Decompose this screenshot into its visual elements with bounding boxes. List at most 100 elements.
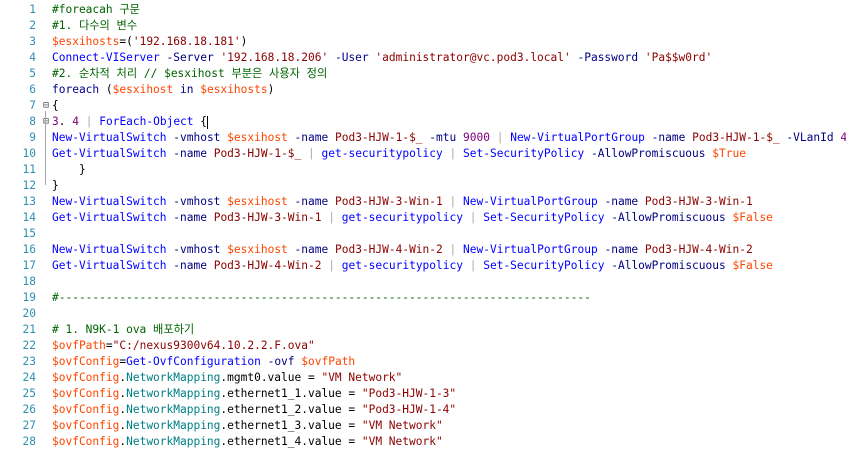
code-token: . <box>58 115 73 128</box>
line-number: 22 <box>22 339 36 352</box>
code-token: NetworkMapping <box>126 435 221 448</box>
code-token: 'Pa$$w0rd' <box>644 51 713 64</box>
code-token: $ovfConfig <box>52 355 120 368</box>
code-token: =( <box>119 35 133 48</box>
code-line[interactable]: 28 $ovfConfig.NetworkMapping.ethernet1_4.… <box>0 434 846 450</box>
code-token: $ovfConfig <box>52 403 120 416</box>
text-cursor <box>207 115 209 129</box>
code-line[interactable]: 14 Get-VirtualSwitch -name Pod3-HJW-3-Win… <box>0 210 846 226</box>
code-token: -VLanId <box>786 131 834 144</box>
code-line[interactable]: 25 $ovfConfig.NetworkMapping.ethernet1_1.… <box>0 386 846 402</box>
code-token: } <box>52 163 86 176</box>
code-token: | <box>308 147 315 160</box>
code-line[interactable]: 17 Get-VirtualSwitch -name Pod3-HJW-4-Win… <box>0 258 846 274</box>
code-token: "C:/nexus9300v64.10.2.2.F.ova" <box>112 339 315 352</box>
code-token: New-VirtualSwitch <box>52 195 167 208</box>
code-line[interactable]: 26 $ovfConfig.NetworkMapping.ethernet1_2.… <box>0 402 846 418</box>
code-token: -name <box>173 211 207 224</box>
code-line[interactable]: 18 <box>0 274 846 290</box>
code-token: "Pod3-HJW-1-3" <box>361 387 457 400</box>
code-token: 3 <box>52 115 59 128</box>
code-token: in <box>180 83 194 96</box>
code-token: $ovfConfig <box>52 435 120 448</box>
code-token: Pod3-HJW-1-$_ <box>213 147 302 160</box>
fold-toggle-icon[interactable]: ⊟ <box>41 98 51 114</box>
line-number: 16 <box>22 243 36 256</box>
code-token: -name <box>294 243 329 256</box>
code-token: -AllowPromiscuous <box>611 211 726 224</box>
code-token: -AllowPromiscuous <box>611 259 726 272</box>
code-line[interactable]: 20 <box>0 306 846 322</box>
fold-toggle-icon[interactable]: ⊟ <box>41 114 51 130</box>
code-line[interactable]: 8 ⊟ 3. 4 | ForEach-Object { <box>0 114 846 130</box>
line-number: 9 <box>29 131 36 144</box>
code-token: { <box>193 115 208 128</box>
line-number: 24 <box>22 371 36 384</box>
code-line[interactable]: 23 $ovfConfig=Get-OvfConfiguration -ovf $… <box>0 354 846 370</box>
code-token: } <box>52 179 59 192</box>
code-token: New-VirtualSwitch <box>52 243 167 256</box>
code-line[interactable]: 19 #-------------------------------------… <box>0 290 846 306</box>
code-token: $True <box>712 147 746 160</box>
code-text: $ovfConfig.NetworkMapping.ethernet1_3.va… <box>52 418 443 434</box>
code-line[interactable]: 27 $ovfConfig.NetworkMapping.ethernet1_3.… <box>0 418 846 434</box>
code-token: Get-VirtualSwitch <box>52 147 167 160</box>
code-line[interactable]: 21 # 1. N9K-1 ova 배포하기 <box>0 322 846 338</box>
line-number: 17 <box>22 259 36 272</box>
code-line[interactable]: 10 Get-VirtualSwitch -name Pod3-HJW-1-$_ … <box>0 146 846 162</box>
code-token: New-VirtualPortGroup <box>463 243 598 256</box>
code-text: New-VirtualSwitch -vmhost $esxihost -nam… <box>52 194 753 210</box>
code-line[interactable]: 4 Connect-VIServer -Server '192.168.18.20… <box>0 50 846 66</box>
code-token: ForEach-Object <box>99 115 194 128</box>
code-token: "VM Network" <box>361 435 443 448</box>
code-token: #foreacah 구문 <box>52 3 140 16</box>
line-number: 18 <box>22 275 36 288</box>
code-text: #2. 순차적 처리 // $esxihost 부분은 사용자 정의 <box>52 66 327 82</box>
code-token: NetworkMapping <box>126 403 221 416</box>
code-token: $ovfConfig <box>52 371 120 384</box>
code-line[interactable]: 9 New-VirtualSwitch -vmhost $esxihost -na… <box>0 130 846 146</box>
code-line[interactable]: 16 New-VirtualSwitch -vmhost $esxihost -n… <box>0 242 846 258</box>
code-token: Pod3-HJW-1-$_ <box>334 131 423 144</box>
code-token: '192.168.18.206' <box>220 51 329 64</box>
line-number: 20 <box>22 307 36 320</box>
code-line[interactable]: 2 #1. 다수의 변수 <box>0 18 846 34</box>
code-text: Get-VirtualSwitch -name Pod3-HJW-1-$_ | … <box>52 146 746 162</box>
line-number: 27 <box>22 419 36 432</box>
code-line[interactable]: 1 #foreacah 구문 <box>0 2 846 18</box>
code-line[interactable]: 11 } <box>0 162 846 178</box>
code-line[interactable]: 6 foreach ($esxihost in $esxihosts) <box>0 82 846 98</box>
code-line[interactable]: 13 New-VirtualSwitch -vmhost $esxihost -n… <box>0 194 846 210</box>
code-line[interactable]: 5 #2. 순차적 처리 // $esxihost 부분은 사용자 정의 <box>0 66 846 82</box>
code-line[interactable]: 3 $esxihosts=('192.168.18.181') <box>0 34 846 50</box>
code-editor[interactable]: 1 #foreacah 구문 2 #1. 다수의 변수 3 $esxihosts=('19… <box>0 0 846 454</box>
code-line[interactable]: 15 <box>0 226 846 242</box>
line-number: 3 <box>29 35 36 48</box>
code-token: Get-VirtualSwitch <box>52 211 167 224</box>
code-line[interactable]: 12} <box>0 178 846 194</box>
code-token: -name <box>173 147 207 160</box>
code-token: $ovfPath <box>301 355 356 368</box>
code-token: New-VirtualPortGroup <box>510 131 645 144</box>
code-text: $ovfConfig.NetworkMapping.ethernet1_2.va… <box>52 402 456 418</box>
code-line[interactable]: 24 $ovfConfig.NetworkMapping.mgmt0.value … <box>0 370 846 386</box>
code-token: NetworkMapping <box>126 387 221 400</box>
code-token: -Password <box>577 51 639 64</box>
code-line[interactable]: 7 ⊟{ <box>0 98 846 114</box>
code-line[interactable]: 22 $ovfPath="C:/nexus9300v64.10.2.2.F.ova… <box>0 338 846 354</box>
code-token: Pod3-HJW-4-Win-2 <box>334 243 443 256</box>
code-token: 4095 <box>840 131 846 144</box>
